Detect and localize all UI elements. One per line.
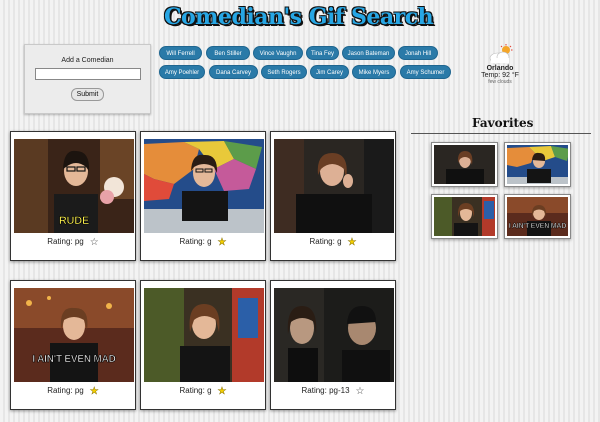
weather-conditions: few clouds	[488, 79, 512, 85]
submit-button[interactable]: Submit	[70, 88, 105, 101]
comedian-button[interactable]: Amy Schumer	[400, 65, 451, 79]
page-title: Comedian's Gif Search	[164, 4, 434, 30]
star-filled-icon[interactable]: ★	[90, 386, 99, 397]
gif-caption: RUDE	[58, 215, 90, 228]
rating-label: Rating: pg	[47, 386, 84, 395]
rating-label: Rating: pg	[47, 237, 84, 246]
gif-card: Rating: pg-13 ☆	[270, 280, 396, 410]
gif-image[interactable]	[144, 288, 264, 382]
rating-row: Rating: g ★	[141, 386, 265, 397]
rating-label: Rating: g	[179, 386, 212, 395]
comedian-button[interactable]: Seth Rogers	[261, 65, 307, 79]
comedian-button[interactable]: Dana Carvey	[209, 65, 258, 79]
comedian-button[interactable]: Jonah Hill	[398, 46, 438, 60]
favorites-title: Favorites	[472, 116, 534, 130]
weather-temp: Temp: 92 °F	[481, 72, 519, 79]
gif-card: Rating: g ★	[140, 280, 266, 410]
comedian-button[interactable]: Jim Carey	[310, 65, 349, 79]
comedian-input[interactable]	[34, 68, 141, 80]
star-filled-icon[interactable]: ★	[217, 386, 226, 397]
add-comedian-panel: Add a Comedian Submit	[24, 44, 151, 114]
favorite-gif[interactable]: I AIN'T EVEN MAD	[504, 194, 571, 239]
gif-image[interactable]	[274, 139, 394, 233]
gif-image[interactable]	[274, 288, 394, 382]
comedian-button[interactable]: Vince Vaughn	[253, 46, 303, 60]
gif-image[interactable]: RUDE	[14, 139, 134, 233]
weather-city: Orlando	[486, 65, 514, 72]
rating-row: Rating: g ★	[141, 237, 265, 248]
rating-row: Rating: pg-13 ☆	[271, 386, 395, 397]
comedian-button[interactable]: Tina Fey	[306, 46, 339, 60]
comedian-button[interactable]: Jason Bateman	[342, 46, 395, 60]
favorite-gif[interactable]	[504, 142, 571, 187]
comedian-button[interactable]: Mike Myers	[352, 65, 396, 79]
rating-label: Rating: pg-13	[301, 386, 350, 395]
gif-card: Rating: g ★	[270, 131, 396, 261]
cloud-sun-icon	[489, 44, 513, 64]
comedian-button[interactable]: Will Ferrell	[159, 46, 202, 60]
add-comedian-label: Add a Comedian	[61, 57, 114, 64]
star-filled-icon[interactable]: ★	[347, 237, 356, 248]
rating-label: Rating: g	[309, 237, 342, 246]
gif-card: RUDE Rating: pg ☆	[10, 131, 136, 261]
rating-label: Rating: g	[179, 237, 212, 246]
star-outline-icon[interactable]: ☆	[356, 386, 365, 397]
gif-card: I AIN'T EVEN MAD Rating: pg ★	[10, 280, 136, 410]
star-outline-icon[interactable]: ☆	[90, 237, 99, 248]
comedian-button[interactable]: Amy Poehler	[159, 65, 205, 79]
favorite-caption: I AIN'T EVEN MAD	[508, 223, 567, 230]
rating-row: Rating: pg ☆	[11, 237, 135, 248]
rating-row: Rating: g ★	[271, 237, 395, 248]
favorite-gif[interactable]	[431, 142, 498, 187]
star-filled-icon[interactable]: ★	[217, 237, 226, 248]
gif-caption: I AIN'T EVEN MAD	[32, 354, 116, 366]
gif-card: Rating: g ★	[140, 131, 266, 261]
comedian-button[interactable]: Ben Stiller	[206, 46, 250, 60]
favorite-gif[interactable]	[431, 194, 498, 239]
gif-image[interactable]	[144, 139, 264, 233]
weather-widget: Orlando Temp: 92 °F few clouds	[470, 44, 530, 85]
favorites-divider	[411, 133, 591, 134]
rating-row: Rating: pg ★	[11, 386, 135, 397]
gif-image[interactable]: I AIN'T EVEN MAD	[14, 288, 134, 382]
